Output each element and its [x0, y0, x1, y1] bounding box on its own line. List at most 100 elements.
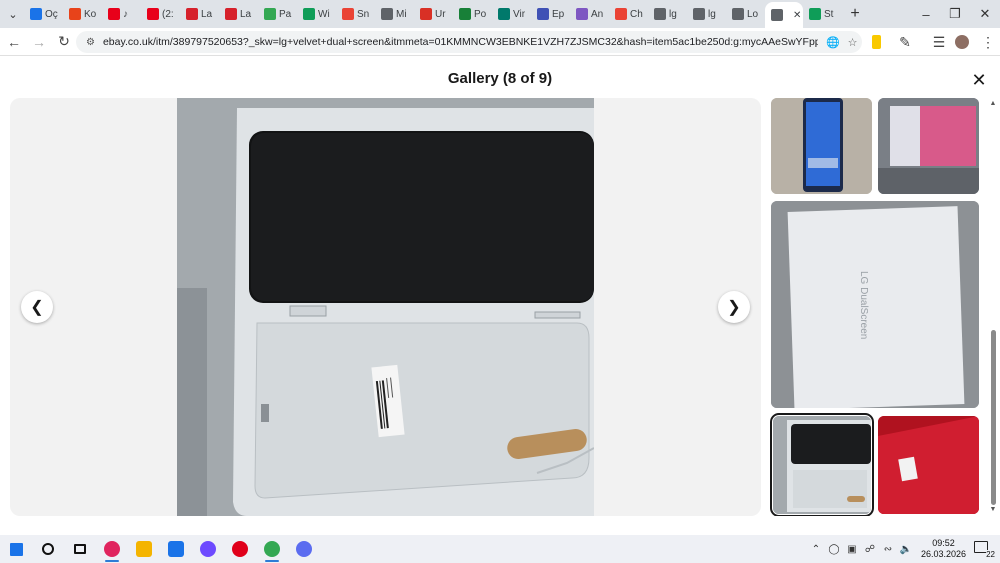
dualscreen-case-photo [177, 98, 594, 516]
bookmark-star-icon[interactable]: ☆ [848, 36, 858, 49]
defender-icon[interactable]: ◯ [826, 544, 842, 555]
file-explorer-glyph [136, 541, 152, 557]
proton-vpn-icon[interactable] [192, 535, 224, 563]
browser-tab[interactable]: lg [648, 2, 687, 26]
thumb-dualscreen-case-open[interactable] [770, 413, 874, 516]
browser-tab[interactable]: Ko [63, 2, 102, 26]
thumb-lg-dualscreen-box[interactable]: LG DualScreen [771, 201, 979, 408]
browser-menu-icon[interactable]: ⋮ [976, 30, 1000, 54]
task-view-glyph [74, 544, 86, 554]
browser-tab[interactable]: (2: [141, 2, 180, 26]
file-explorer-icon[interactable] [128, 535, 160, 563]
browser-tab[interactable]: Wi [297, 2, 336, 26]
system-clock[interactable]: 09:52 26.03.2026 [921, 538, 966, 560]
main-image-dualscreen-case[interactable] [177, 98, 594, 516]
arc-app-icon[interactable] [288, 535, 320, 563]
extension-badge-icon[interactable] [872, 35, 881, 49]
thumbnail-scrollbar[interactable]: ▲ ▼ [989, 98, 997, 516]
scroll-up-icon[interactable]: ▲ [989, 100, 997, 107]
new-tab-button[interactable]: + [842, 2, 868, 26]
url-text[interactable]: ebay.co.uk/itm/389797520653?_skw=lg+velv… [103, 36, 818, 48]
bookmark-icon [225, 8, 237, 20]
tab-label: Ch [630, 8, 643, 20]
browser-tab[interactable]: Pa [258, 2, 297, 26]
gmail-icon [615, 8, 627, 20]
task-view-icon[interactable] [64, 535, 96, 563]
volume-icon[interactable]: 🔈 [898, 544, 914, 555]
thumb-front-phone[interactable] [771, 98, 872, 194]
search-icon [693, 8, 705, 20]
browser-tab[interactable]: La [180, 2, 219, 26]
a-icon [576, 8, 588, 20]
tab-label: Ep [552, 8, 565, 20]
microsoft-store-glyph [168, 541, 184, 557]
search-glyph [42, 543, 54, 555]
display-icon[interactable]: ▣ [844, 544, 860, 555]
browser-tab[interactable]: Ep [531, 2, 570, 26]
close-icon[interactable]: ✕ [966, 67, 992, 93]
opera-icon[interactable] [224, 535, 256, 563]
browser-toolbar: ← → ↻ ⚙ ebay.co.uk/itm/389797520653?_skw… [0, 28, 1000, 56]
close-window-icon[interactable]: ✕ [970, 0, 1000, 28]
opera-gx-icon[interactable] [96, 535, 128, 563]
browser-tab[interactable]: An [570, 2, 609, 26]
tab-label: Mi [396, 8, 407, 20]
translate-icon[interactable]: 🌐 [826, 36, 840, 49]
browser-tab[interactable]: St [803, 2, 842, 26]
notification-center-icon[interactable]: 22 [974, 540, 995, 559]
profile-avatar[interactable] [955, 35, 969, 49]
chrome-icon[interactable] [256, 535, 288, 563]
chevron-left-icon[interactable]: ❮ [21, 291, 53, 323]
grid-icon [264, 8, 276, 20]
site-info-icon[interactable]: ⚙ [86, 37, 95, 48]
tab-search-dropdown-icon[interactable]: ⌄ [2, 3, 24, 25]
browser-tab[interactable]: Vir [492, 2, 531, 26]
tab-label: An [591, 8, 604, 20]
tab-label: Ko [84, 8, 97, 20]
browser-tab[interactable]: Ur [414, 2, 453, 26]
browser-tab[interactable]: lg [687, 2, 726, 26]
scrollbar-thumb[interactable] [991, 330, 996, 505]
chevron-up-icon[interactable]: ⌃ [808, 544, 824, 555]
system-tray: ⌃ ◯ ▣ ☍ ∾ 🔈 09:52 26.03.2026 22 [807, 535, 1000, 563]
minimize-icon[interactable]: – [911, 0, 941, 28]
k-icon [69, 8, 81, 20]
microsoft-store-icon[interactable] [160, 535, 192, 563]
browser-tab[interactable]: Lo [726, 2, 765, 26]
sync-icon[interactable]: ☍ [862, 544, 878, 555]
browser-tab[interactable]: Sn [336, 2, 375, 26]
clock-date: 26.03.2026 [920, 549, 966, 559]
address-bar[interactable]: ⚙ ebay.co.uk/itm/389797520653?_skw=lg+ve… [76, 31, 862, 53]
clock-time: 09:52 [932, 538, 955, 548]
forward-icon[interactable]: → [27, 30, 51, 54]
close-tab-icon[interactable]: ✕ [793, 10, 801, 21]
tab-strip: ⌄ Oç Ko ♪ (2: La La Pa Wi Sn Mi Ur Po Vir Ep An Ch lg lg L… [0, 0, 1000, 28]
e-icon [537, 8, 549, 20]
thumb-red-back[interactable] [878, 416, 979, 514]
gallery-title: Gallery (8 of 9) [447, 70, 553, 87]
browser-tab[interactable]: Po [453, 2, 492, 26]
audio-playing-icon[interactable]: ♪ [123, 9, 128, 20]
thumb-second-screen[interactable] [878, 98, 979, 194]
browser-tab[interactable]: La [219, 2, 258, 26]
chrome-glyph [264, 541, 280, 557]
case-open-thumb-photo [773, 416, 871, 514]
tab-label: (2: [162, 8, 174, 20]
search-icon[interactable] [32, 535, 64, 563]
browser-tab[interactable]: Oç [24, 2, 63, 26]
extensions-puzzle-icon[interactable]: ✎ [893, 30, 917, 54]
tab-list: Oç Ko ♪ (2: La La Pa Wi Sn Mi Ur Po Vir Ep An Ch lg lg Lo ✕… [24, 0, 842, 28]
wifi-icon[interactable]: ∾ [880, 544, 896, 555]
maximize-icon[interactable]: ❐ [940, 0, 970, 28]
media-control-icon[interactable]: ☰ [927, 30, 951, 54]
windows-start-icon[interactable] [0, 535, 32, 563]
chevron-right-icon[interactable]: ❯ [718, 291, 750, 323]
scroll-down-icon[interactable]: ▼ [989, 506, 997, 513]
browser-tab[interactable]: Ch [609, 2, 648, 26]
browser-tab[interactable]: ♪ [102, 2, 141, 26]
browser-tab[interactable]: ✕ [765, 2, 803, 28]
back-icon[interactable]: ← [2, 30, 26, 54]
notification-count: 22 [986, 550, 995, 559]
reload-icon[interactable]: ↻ [52, 30, 76, 54]
browser-tab[interactable]: Mi [375, 2, 414, 26]
